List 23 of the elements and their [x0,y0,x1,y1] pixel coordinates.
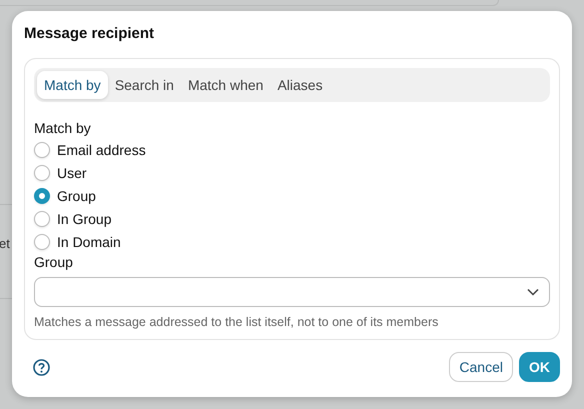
field-label: Match by [34,120,92,138]
caret-icon [527,288,539,296]
tab[interactable]: Aliases [270,71,330,99]
dialog-button[interactable]: OK [519,352,560,382]
field-label: Group [34,254,74,272]
radio-button[interactable] [34,211,50,227]
radio-button[interactable] [34,165,50,181]
dialog-button[interactable]: Cancel [449,352,513,382]
radio-button[interactable] [34,234,50,250]
radio-label[interactable]: Group [57,188,96,204]
radio-label[interactable]: In Group [57,211,112,227]
radio-button[interactable] [34,142,50,158]
tab[interactable]: Match when [180,71,270,99]
help-icon[interactable] [33,358,50,376]
tab[interactable]: Search in [108,71,181,99]
group-dropdown[interactable] [34,277,550,307]
help-text: Matches a message addressed to the list itself, not to one of its members [34,315,440,329]
radio-label[interactable]: Email address [57,142,146,158]
tab[interactable]: Match by [37,71,108,99]
radio-label[interactable]: User [57,165,87,181]
radio-button[interactable] [34,188,50,204]
dialog-title: Message recipient [24,25,156,44]
radio-label[interactable]: In Domain [57,234,121,250]
